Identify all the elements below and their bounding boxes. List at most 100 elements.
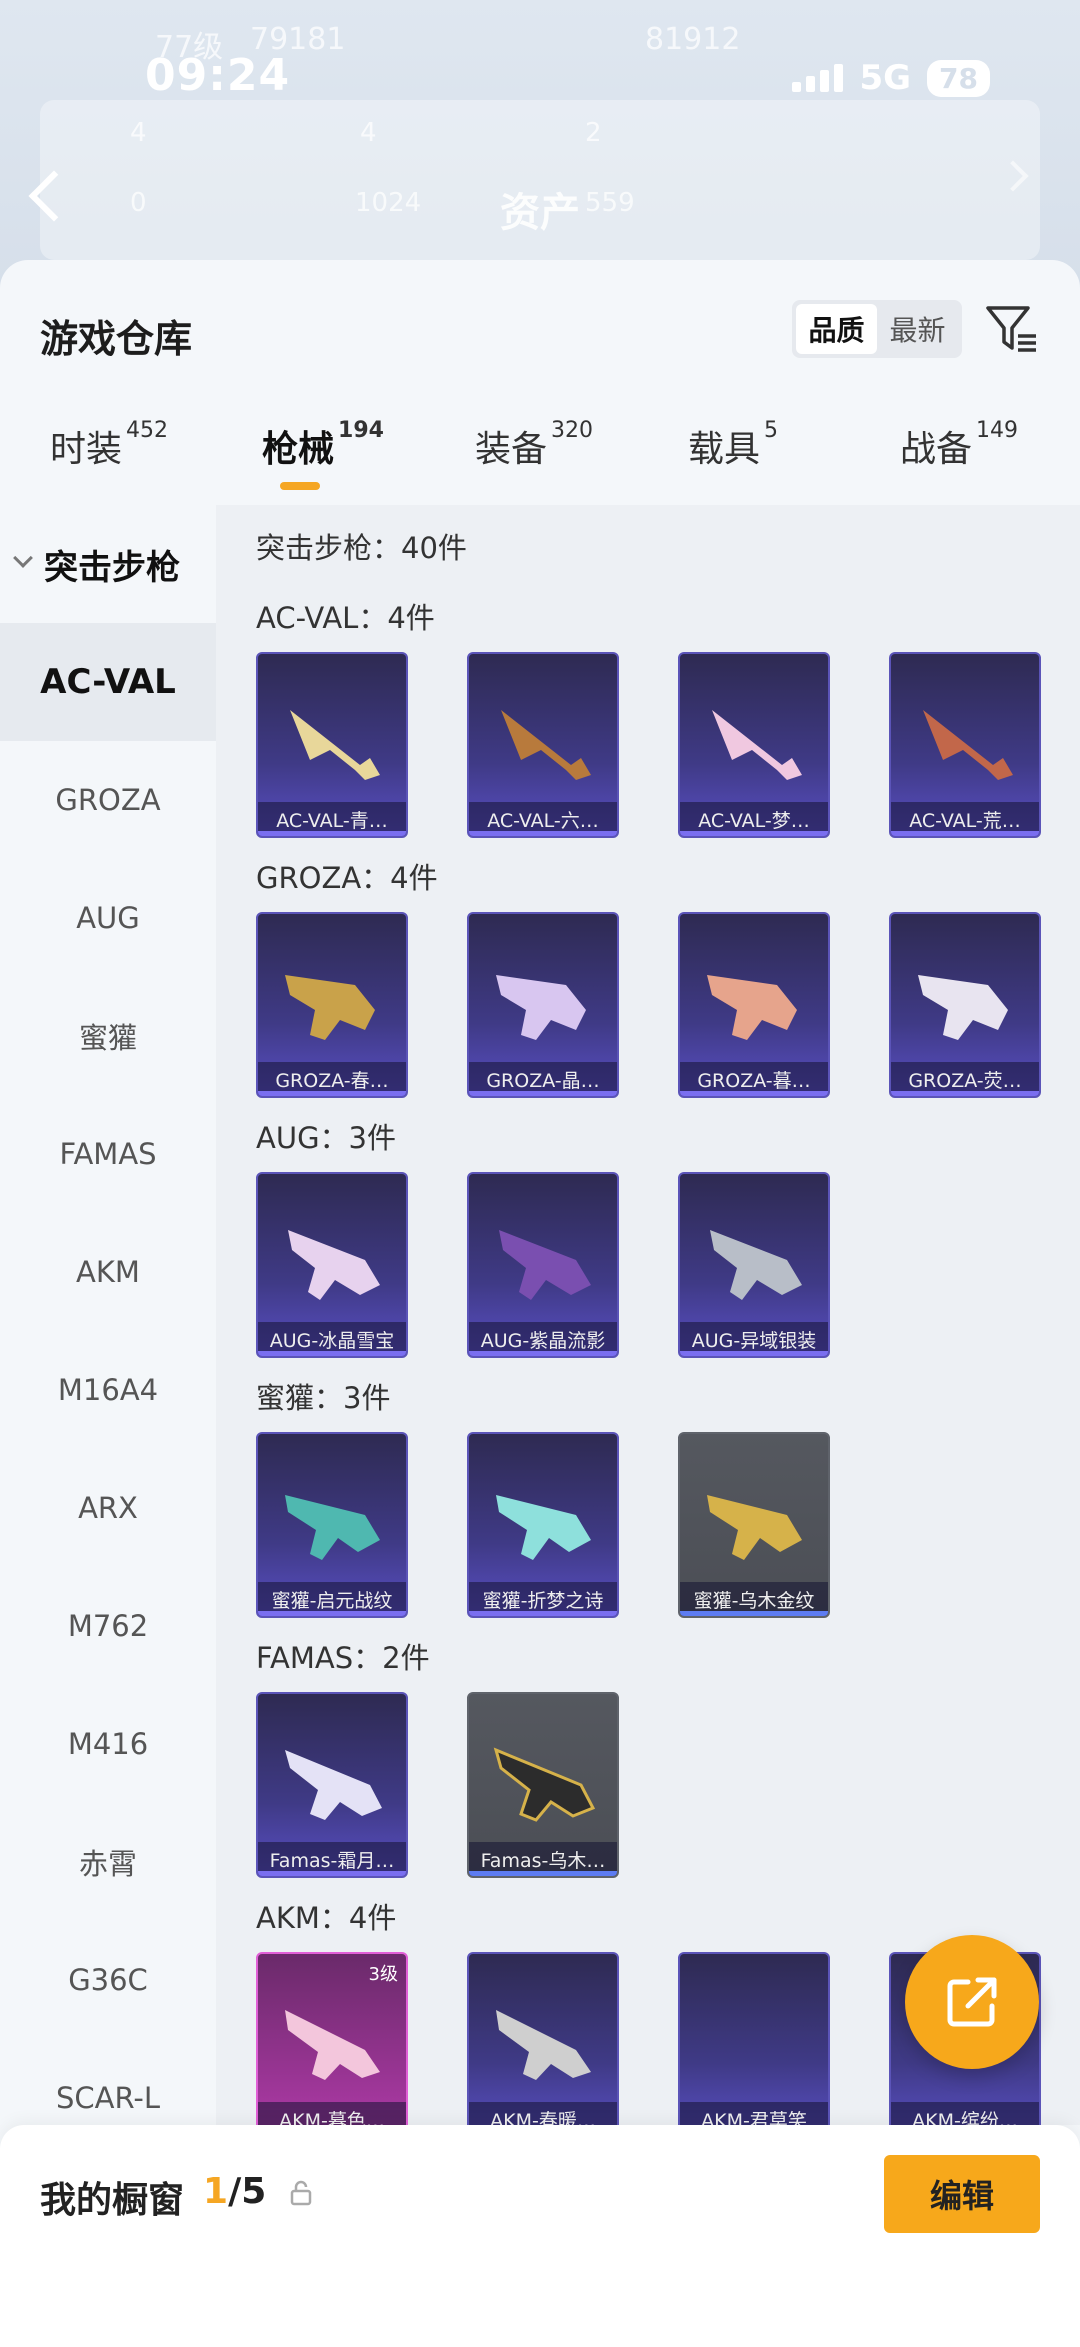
category-heading: 蜜獾：3件	[256, 1381, 391, 1415]
sidebar-item[interactable]: M416	[0, 1685, 216, 1803]
rifle-icon	[290, 710, 380, 780]
filter-icon[interactable]	[984, 300, 1040, 356]
rifle-icon	[918, 975, 1008, 1040]
rifle-icon	[496, 2010, 591, 2080]
rarity-bar	[258, 1611, 406, 1616]
rifle-icon	[285, 2010, 380, 2080]
sheet-title: 游戏仓库	[40, 317, 193, 361]
sidebar-item[interactable]: 赤霄	[0, 1803, 216, 1921]
category-tabs: 时装 452 枪械 194 装备 320 载具 5 战备 149	[0, 418, 1080, 500]
rifle-icon	[493, 1747, 596, 1822]
skin-card[interactable]: AKM-君莫笑	[678, 1952, 830, 2125]
skin-card[interactable]: GROZA-春…	[256, 912, 408, 1098]
stat-c: 2	[585, 118, 602, 148]
sidebar-item[interactable]: M762	[0, 1567, 216, 1685]
rifle-icon	[496, 1495, 591, 1560]
tab-count: 320	[551, 418, 594, 443]
weapon-grid: 突击步枪：40件 AC-VAL：4件 AC-VAL-青… AC-VAL-六… A…	[216, 505, 1080, 2125]
rifle-icon	[285, 975, 375, 1040]
tab-supplies[interactable]: 战备 149	[900, 418, 1019, 472]
edit-button[interactable]: 编辑	[884, 2155, 1040, 2233]
item-row: AC-VAL-青… AC-VAL-六… AC-VAL-梦… AC-VAL-荒…	[256, 652, 1041, 838]
sort-quality-button[interactable]: 品质	[796, 304, 877, 354]
skin-card[interactable]: AC-VAL-荒…	[889, 652, 1041, 838]
skin-card[interactable]: 蜜獾-乌木金纹	[678, 1432, 830, 1618]
sidebar-item[interactable]: 蜜獾	[0, 977, 216, 1095]
sidebar-item[interactable]: G36C	[0, 1921, 216, 2039]
sidebar-item[interactable]: ARX	[0, 1449, 216, 1567]
tab-count: 149	[976, 418, 1019, 443]
skin-card[interactable]: Famas-乌木…	[467, 1692, 619, 1878]
skin-name: AKM-春暖…	[469, 2102, 617, 2125]
showcase-count: 1/5	[203, 2171, 266, 2212]
skin-card[interactable]: GROZA-暮…	[678, 912, 830, 1098]
skin-name: AKM-暮色…	[258, 2102, 406, 2125]
sidebar-item[interactable]: M16A4	[0, 1331, 216, 1449]
rarity-bar	[469, 1611, 617, 1616]
sidebar-item[interactable]: AKM	[0, 1213, 216, 1331]
rarity-bar	[469, 831, 617, 836]
weapon-sidebar: 突击步枪 AC-VAL GROZA AUG 蜜獾 FAMAS AKM M16A4…	[0, 505, 216, 2115]
status-time: 09:24	[145, 50, 291, 101]
skin-name: AKM-缤纷…	[891, 2102, 1039, 2125]
skin-card[interactable]: GROZA-荧…	[889, 912, 1041, 1098]
rarity-bar	[258, 1871, 406, 1876]
status-indicators: 5G 78	[792, 58, 990, 98]
category-heading: AC-VAL：4件	[256, 601, 435, 635]
sidebar-item[interactable]: FAMAS	[0, 1095, 216, 1213]
rarity-bar	[891, 1091, 1039, 1096]
stat-b: 4	[360, 118, 377, 148]
skin-card[interactable]: AC-VAL-青…	[256, 652, 408, 838]
rifle-icon	[923, 710, 1013, 780]
tab-count: 194	[338, 418, 384, 443]
sidebar-item[interactable]: GROZA	[0, 741, 216, 859]
showcase-bar: 我的橱窗 1/5 编辑	[0, 2125, 1080, 2347]
rarity-bar	[258, 1091, 406, 1096]
skin-card[interactable]: 3级 AKM-暮色…	[256, 1952, 408, 2125]
chevron-down-icon	[13, 548, 33, 568]
sidebar-group-assault-rifles[interactable]: 突击步枪	[0, 505, 216, 623]
battery-level: 78	[927, 59, 990, 97]
skin-card[interactable]: 蜜獾-启元战纹	[256, 1432, 408, 1618]
stat-a: 4	[130, 118, 147, 148]
skin-card[interactable]: AKM-春暖…	[467, 1952, 619, 2125]
skin-card[interactable]: 蜜獾-折梦之诗	[467, 1432, 619, 1618]
category-heading: AKM：4件	[256, 1901, 397, 1935]
tab-weapons[interactable]: 枪械 194	[262, 418, 384, 472]
rifle-icon	[496, 975, 586, 1040]
tab-label: 载具	[688, 429, 761, 470]
network-type: 5G	[859, 58, 912, 98]
tab-vehicles[interactable]: 载具 5	[688, 418, 779, 472]
skin-card[interactable]: AUG-冰晶雪宝	[256, 1172, 408, 1358]
category-heading: FAMAS：2件	[256, 1641, 430, 1675]
sidebar-item[interactable]: AC-VAL	[0, 623, 216, 741]
rifle-icon	[707, 975, 797, 1040]
rifle-icon	[285, 1495, 380, 1560]
skin-card[interactable]: GROZA-晶…	[467, 912, 619, 1098]
tab-count: 5	[764, 418, 779, 443]
tab-equipment[interactable]: 装备 320	[475, 418, 594, 472]
rarity-bar	[469, 1091, 617, 1096]
skin-card[interactable]: AUG-紫晶流影	[467, 1172, 619, 1358]
skin-card[interactable]: AC-VAL-六…	[467, 652, 619, 838]
category-heading: GROZA：4件	[256, 861, 438, 895]
rarity-bar	[891, 831, 1039, 836]
background-profile-header: 77级 79181 81912 09:24 5G 78 4 4 2 0 1024…	[0, 0, 1080, 290]
signal-icon	[792, 64, 844, 92]
fans-text: 81912	[645, 22, 741, 57]
skin-card[interactable]: AUG-异域银装	[678, 1172, 830, 1358]
tab-fashion[interactable]: 时装 452	[50, 418, 168, 472]
rifle-icon	[710, 1230, 802, 1300]
rarity-bar	[469, 1351, 617, 1356]
skin-card[interactable]: Famas-霜月…	[256, 1692, 408, 1878]
rifle-icon	[501, 710, 591, 780]
total-count: 突击步枪：40件	[256, 531, 467, 565]
skin-card[interactable]: AC-VAL-梦…	[678, 652, 830, 838]
rifle-icon	[712, 710, 802, 780]
share-button[interactable]	[905, 1935, 1039, 2069]
sidebar-item[interactable]: AUG	[0, 859, 216, 977]
sort-toggle: 品质 最新	[792, 300, 962, 358]
sort-latest-button[interactable]: 最新	[877, 304, 958, 354]
skin-name: AKM-君莫笑	[680, 2102, 828, 2125]
tab-label: 战备	[900, 429, 973, 470]
